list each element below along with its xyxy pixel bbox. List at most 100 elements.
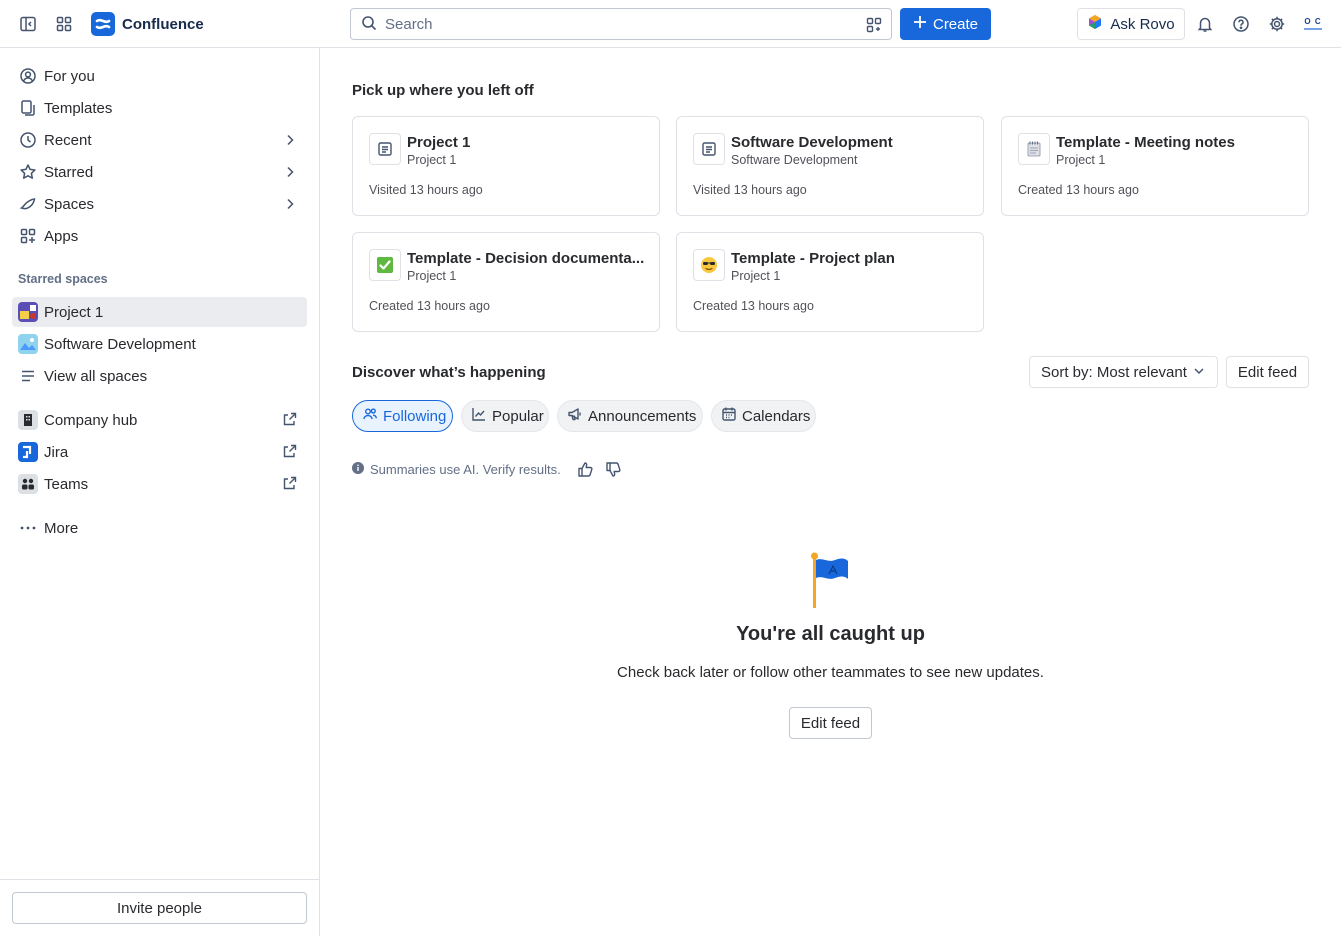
sidebar-item-label: Teams: [44, 475, 89, 493]
starred-spaces-heading: Starred spaces: [18, 272, 108, 286]
tab-popular[interactable]: Popular: [461, 400, 549, 432]
recent-heading: Pick up where you left off: [352, 82, 534, 99]
info-icon: [352, 461, 364, 477]
sidebar-item-company-hub[interactable]: Company hub: [12, 405, 307, 435]
sidebar-item-label: Recent: [44, 131, 92, 149]
templates-icon: [18, 98, 38, 118]
tab-label: Announcements: [588, 407, 697, 425]
external-link-icon: [283, 476, 297, 490]
clock-icon: [18, 130, 38, 150]
ai-note-text: Summaries use AI. Verify results.: [370, 461, 561, 477]
sidebar-item-label: View all spaces: [44, 367, 148, 385]
sidebar-item-jira[interactable]: Jira: [12, 437, 307, 467]
top-navigation-bar: Confluence Create Ask Rovo O C: [0, 0, 1341, 48]
invite-people-button[interactable]: Invite people: [12, 892, 307, 924]
thumbs-up-icon[interactable]: [577, 460, 595, 478]
sidebar-item-label: Templates: [44, 99, 113, 117]
sidebar-item-view-all-spaces[interactable]: View all spaces: [12, 361, 307, 391]
sidebar-item-label: Apps: [44, 227, 79, 245]
spaces-icon: [18, 194, 38, 214]
sidebar-item-teams[interactable]: Teams: [12, 469, 307, 499]
tab-label: Following: [383, 407, 447, 425]
empty-state-title: You're all caught up: [736, 623, 925, 645]
thumbs-down-icon[interactable]: [605, 460, 623, 478]
page-icon: [693, 133, 725, 165]
tab-calendars[interactable]: Calendars: [711, 400, 816, 432]
trending-icon: [471, 406, 487, 426]
card-space: Project 1: [1056, 153, 1106, 167]
create-button[interactable]: Create: [900, 8, 991, 40]
search-filter-icon[interactable]: [865, 16, 883, 34]
card-title: Template - Decision documenta...: [407, 250, 645, 267]
notifications-bell-icon[interactable]: [1193, 12, 1217, 36]
sidebar-item-templates[interactable]: Templates: [12, 93, 307, 123]
sidebar-item-more[interactable]: More: [12, 513, 307, 543]
sidebar-item-label: More: [44, 519, 79, 537]
settings-gear-icon[interactable]: [1265, 12, 1289, 36]
sidebar-space-project-1[interactable]: Project 1: [12, 297, 307, 327]
sidebar-item-label: Spaces: [44, 195, 95, 213]
apps-icon: [18, 226, 38, 246]
main-content: Pick up where you left off Project 1 Pro…: [320, 48, 1341, 936]
tab-following[interactable]: Following: [352, 400, 453, 432]
tab-label: Popular: [492, 407, 544, 425]
sidebar-item-label: Jira: [44, 443, 69, 461]
recent-card[interactable]: Project 1 Project 1 Visited 13 hours ago: [352, 116, 660, 216]
sidebar-item-spaces[interactable]: Spaces: [12, 189, 307, 219]
sidebar-item-apps[interactable]: Apps: [12, 221, 307, 251]
chevron-down-icon: [1193, 364, 1205, 381]
sidebar-item-label: Company hub: [44, 411, 138, 429]
search-icon: [361, 15, 377, 34]
tab-announcements[interactable]: Announcements: [557, 400, 703, 432]
app-switcher-icon[interactable]: [52, 12, 76, 36]
card-timestamp: Visited 13 hours ago: [693, 183, 807, 197]
teams-icon: [18, 474, 38, 494]
sidebar-item-label: Starred: [44, 163, 94, 181]
sidebar-space-software-development[interactable]: Software Development: [12, 329, 307, 359]
rovo-icon: [1087, 14, 1103, 34]
card-timestamp: Created 13 hours ago: [693, 299, 814, 313]
chevron-right-icon[interactable]: [283, 133, 297, 147]
card-title: Template - Project plan: [731, 250, 895, 267]
card-timestamp: Created 13 hours ago: [1018, 183, 1139, 197]
user-avatar[interactable]: O C: [1300, 12, 1326, 36]
chevron-right-icon[interactable]: [283, 197, 297, 211]
sidebar-item-for-you[interactable]: For you: [12, 61, 307, 91]
calendar-icon: [721, 406, 737, 426]
create-label: Create: [932, 15, 979, 33]
card-title: Software Development: [731, 134, 893, 151]
card-space: Software Development: [731, 153, 858, 167]
avatar-underline: [1304, 28, 1322, 30]
ask-rovo-button[interactable]: Ask Rovo: [1077, 8, 1185, 40]
recent-card[interactable]: Template - Decision documenta... Project…: [352, 232, 660, 332]
sidebar-item-label: Software Development: [44, 335, 196, 353]
edit-feed-button[interactable]: Edit feed: [1226, 356, 1309, 388]
sidebar-item-label: Project 1: [44, 303, 104, 321]
page-icon: [369, 133, 401, 165]
flag-illustration: [808, 552, 854, 610]
sort-dropdown[interactable]: Sort by: Most relevant: [1029, 356, 1218, 388]
notepad-icon: [1018, 133, 1050, 165]
sidebar-toggle-icon[interactable]: [16, 12, 40, 36]
sidebar-item-starred[interactable]: Starred: [12, 157, 307, 187]
sidebar-item-recent[interactable]: Recent: [12, 125, 307, 155]
search-bar[interactable]: [350, 8, 892, 40]
recent-card[interactable]: Template - Project plan Project 1 Create…: [676, 232, 984, 332]
chevron-right-icon[interactable]: [283, 165, 297, 179]
confluence-logo[interactable]: Confluence: [91, 12, 204, 36]
empty-state-edit-feed-button[interactable]: Edit feed: [789, 707, 872, 739]
sidebar-item-label: For you: [44, 67, 95, 85]
avatar-initials: O C: [1304, 17, 1322, 26]
card-space: Project 1: [407, 269, 457, 283]
megaphone-icon: [567, 406, 583, 426]
card-space: Project 1: [731, 269, 781, 283]
sidebar-footer: Invite people: [0, 879, 319, 936]
card-space: Project 1: [407, 153, 457, 167]
help-icon[interactable]: [1229, 12, 1253, 36]
card-title: Project 1: [407, 134, 471, 151]
list-icon: [18, 366, 38, 386]
confluence-logo-icon: [91, 12, 115, 36]
search-input[interactable]: [385, 15, 845, 33]
recent-card[interactable]: Template - Meeting notes Project 1 Creat…: [1001, 116, 1309, 216]
recent-card[interactable]: Software Development Software Developmen…: [676, 116, 984, 216]
